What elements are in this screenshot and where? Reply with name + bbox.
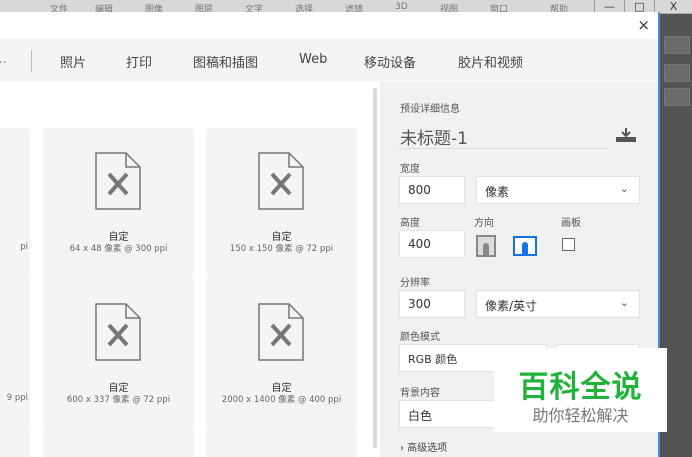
advanced-options-toggle[interactable]: › 高级选项 (400, 439, 447, 454)
preset-card[interactable] (0, 430, 30, 457)
scrollbar[interactable] (372, 88, 378, 454)
preset-size: 9 ppi (6, 393, 28, 403)
preset-size: 64 x 48 像素 @ 300 ppi (69, 244, 168, 254)
preset-card[interactable]: 9 ppi (0, 279, 30, 430)
background-value: 白色 (408, 409, 433, 423)
document-icon (95, 152, 141, 210)
color-mode-value: RGB 颜色 (408, 353, 458, 366)
chevron-down-icon: ⌄ (619, 296, 629, 309)
resolution-unit-value: 像素/英寸 (485, 299, 538, 313)
preset-card[interactable]: 自定 64 x 48 像素 @ 300 ppi (43, 128, 194, 279)
document-name[interactable]: 未标题-1 (400, 124, 468, 149)
width-label: 宽度 (400, 164, 420, 175)
close-icon[interactable]: × (637, 16, 650, 34)
tab-photo[interactable]: 照片 (60, 52, 86, 71)
panel-button[interactable] (664, 88, 690, 106)
preset-card[interactable]: 自定 150 x 150 像素 @ 72 ppi (206, 128, 357, 279)
width-unit-select[interactable]: 像素 ⌄ (476, 176, 640, 204)
height-input[interactable]: 400 (399, 230, 465, 258)
width-input[interactable]: 800 (399, 176, 465, 204)
document-icon (95, 303, 141, 361)
height-label: 高度 (400, 218, 420, 229)
preset-card[interactable] (206, 430, 357, 457)
preset-grid: pi 自定 64 x 48 像素 @ 300 ppi 自定 150 x 150 … (0, 82, 372, 457)
preset-title: 自定 (271, 383, 292, 394)
preset-tabs: … 照片 打印 图稿和插图 Web 移动设备 胶片和视频 (0, 39, 658, 81)
preset-size: 600 x 337 像素 @ 72 ppi (66, 395, 171, 405)
preset-size: 150 x 150 像素 @ 72 ppi (229, 244, 334, 254)
document-icon (258, 152, 304, 210)
tab-print[interactable]: 打印 (126, 52, 152, 71)
panel-button[interactable] (664, 64, 690, 82)
preset-title: 自定 (108, 383, 129, 394)
preset-title: 自定 (108, 232, 129, 243)
width-unit-value: 像素 (485, 185, 510, 199)
document-icon (258, 303, 304, 361)
preset-card[interactable]: 自定 600 x 337 像素 @ 72 ppi (43, 279, 194, 430)
tab-web[interactable]: Web (299, 52, 327, 67)
menu-item[interactable]: 3D (395, 2, 408, 12)
save-preset-icon[interactable] (616, 128, 636, 142)
resolution-input[interactable]: 300 (399, 290, 465, 318)
divider (31, 50, 32, 72)
tab-art-illustration[interactable]: 图稿和插图 (193, 52, 258, 71)
resolution-unit-select[interactable]: 像素/英寸 ⌄ (476, 290, 640, 318)
details-heading: 预设详细信息 (400, 104, 460, 115)
tab-film-video[interactable]: 胶片和视频 (458, 52, 523, 71)
resolution-label: 分辨率 (400, 278, 430, 289)
watermark: 百科全说 助你轻松解决 (494, 348, 667, 432)
portrait-icon[interactable] (476, 235, 496, 257)
preset-card[interactable] (43, 430, 194, 457)
background-label: 背景内容 (400, 388, 440, 399)
watermark-subtitle: 助你轻松解决 (532, 406, 629, 425)
artboard-checkbox[interactable] (562, 238, 575, 251)
orientation-label: 方向 (474, 218, 494, 229)
preset-size: 2000 x 1400 像素 @ 400 ppi (221, 395, 342, 405)
preset-card[interactable]: 自定 2000 x 1400 像素 @ 400 ppi (206, 279, 357, 430)
watermark-title: 百科全说 (518, 370, 643, 405)
preset-size: pi (20, 242, 28, 252)
artboard-label: 画板 (561, 218, 581, 229)
preset-card[interactable]: pi (0, 128, 30, 279)
color-mode-label: 颜色模式 (400, 332, 440, 343)
landscape-icon[interactable] (513, 236, 537, 256)
tab-mobile[interactable]: 移动设备 (364, 52, 416, 71)
panel-button[interactable] (664, 36, 690, 54)
preset-title: 自定 (271, 232, 292, 243)
chevron-down-icon: ⌄ (619, 182, 629, 195)
